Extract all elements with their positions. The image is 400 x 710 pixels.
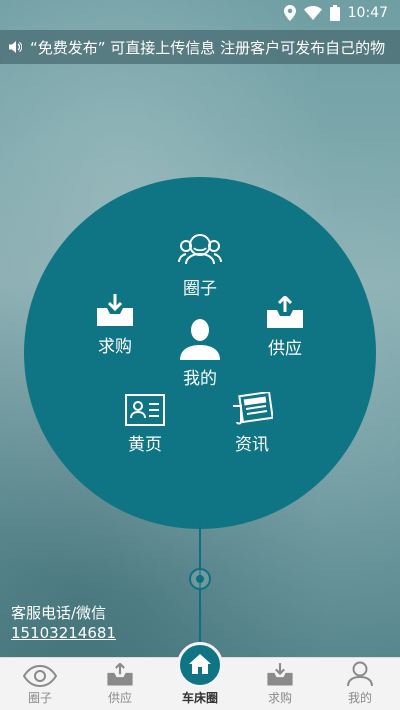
contact-label: 客服电话/微信 <box>11 604 107 622</box>
nav-item-purchase[interactable]: 求购 <box>240 658 320 710</box>
speaker-icon <box>9 41 22 53</box>
menu-label-news: 资讯 <box>235 435 269 455</box>
menu-label-mine: 我的 <box>183 369 217 389</box>
nav-item-circle[interactable]: 圈子 <box>0 658 80 710</box>
nav-item-supply[interactable]: 供应 <box>80 658 160 710</box>
home-button[interactable] <box>177 642 223 688</box>
location-icon <box>283 5 296 21</box>
battery-icon <box>329 5 340 21</box>
bottom-nav: 圈子 供应 车床圈 求购 我的 <box>0 642 400 710</box>
nav-label-circle: 圈子 <box>27 691 52 705</box>
contact-info: 客服电话/微信 15103214681 <box>11 603 116 643</box>
download-tray-icon <box>267 663 293 686</box>
menu-item-supply[interactable]: 供应 <box>245 296 325 359</box>
upload-tray-icon <box>267 296 303 328</box>
nav-label-supply: 供应 <box>107 691 132 705</box>
contact-card-icon <box>125 394 165 426</box>
nav-label-mine: 我的 <box>347 691 372 705</box>
menu-label-yellow-pages: 黄页 <box>128 435 162 455</box>
contact-phone-link[interactable]: 15103214681 <box>11 623 116 643</box>
group-icon <box>178 234 222 265</box>
menu-label-purchase: 求购 <box>98 337 132 357</box>
menu-label-supply: 供应 <box>268 339 302 359</box>
nav-item-home[interactable]: 车床圈 <box>160 642 240 710</box>
menu-item-news[interactable]: 资讯 <box>212 392 292 455</box>
notice-text: “免费发布” 可直接上传信息 注册客户可发布自己的物 <box>30 38 386 57</box>
upload-tray-icon <box>107 663 133 686</box>
download-tray-icon <box>97 294 133 326</box>
menu-item-mine[interactable]: 我的 <box>160 318 240 389</box>
menu-item-purchase[interactable]: 求购 <box>75 294 155 357</box>
wifi-icon <box>303 6 322 20</box>
menu-item-yellow-pages[interactable]: 黄页 <box>105 394 185 455</box>
nav-label-home: 车床圈 <box>181 691 218 705</box>
home-icon <box>189 654 211 674</box>
user-icon <box>180 319 220 360</box>
eye-icon <box>23 665 57 687</box>
nav-item-mine[interactable]: 我的 <box>320 658 400 710</box>
menu-item-circle[interactable]: 圈子 <box>160 230 240 299</box>
person-icon <box>347 661 373 687</box>
status-bar: 10:47 <box>0 0 400 26</box>
status-time: 10:47 <box>347 5 388 21</box>
menu-label-circle: 圈子 <box>183 279 217 299</box>
notice-marquee[interactable]: “免费发布” 可直接上传信息 注册客户可发布自己的物 <box>0 30 400 64</box>
stem-node-icon <box>189 568 211 590</box>
newspaper-icon <box>233 392 273 425</box>
nav-label-purchase: 求购 <box>267 691 292 705</box>
circle-stem <box>199 525 201 655</box>
